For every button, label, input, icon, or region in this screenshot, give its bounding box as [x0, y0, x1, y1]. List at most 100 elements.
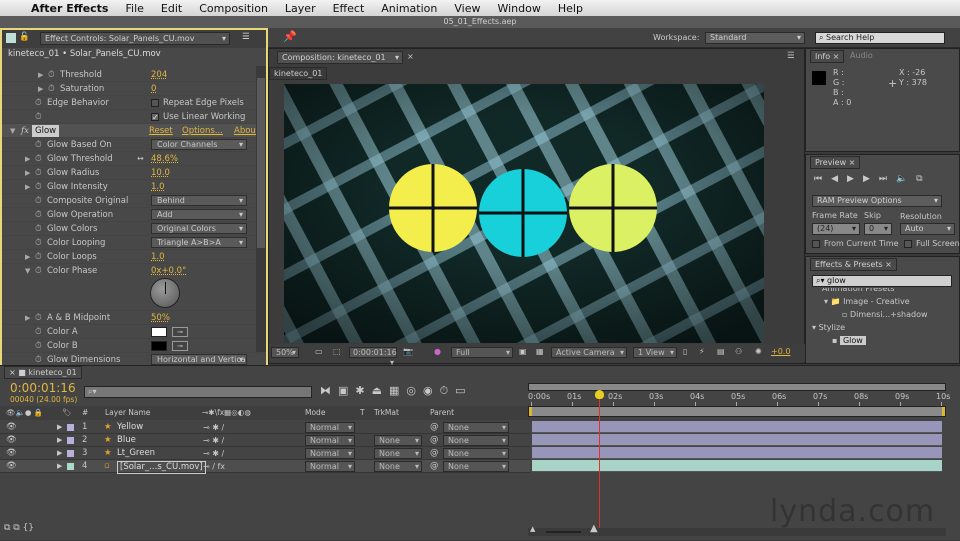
collapse-icon[interactable]: ▼ — [25, 264, 30, 278]
viewer-timecode[interactable]: 0:00:01:16 — [349, 347, 397, 368]
stopwatch-icon[interactable]: ⏱ — [35, 194, 42, 208]
stopwatch-icon[interactable]: ⏱ — [35, 325, 42, 339]
stopwatch-icon[interactable]: ⏱ — [35, 236, 42, 250]
playback-controls[interactable]: ⏮◀▶▶⏭🔈⧉ — [814, 174, 932, 184]
checkerboard-icon[interactable]: ▦ — [536, 347, 544, 356]
zoom-slider[interactable] — [546, 531, 581, 533]
stopwatch-icon[interactable]: ⏱ — [35, 208, 42, 222]
layer-duration-bar[interactable] — [532, 460, 942, 472]
linear-working-checkbox[interactable]: ✓ — [151, 113, 159, 122]
tab-audio[interactable]: Audio — [850, 51, 873, 60]
color-loops-value[interactable]: 1.0 — [151, 250, 165, 264]
camera-snapshot-icon[interactable]: 📷 — [403, 347, 413, 356]
tab-preview[interactable]: Preview × — [810, 156, 861, 169]
stopwatch-icon[interactable]: ⏱ — [35, 311, 42, 325]
menu-window[interactable]: Window — [497, 2, 540, 15]
eyedropper-icon[interactable]: ⊸ — [172, 327, 188, 337]
color-a-swatch[interactable] — [151, 327, 167, 337]
channel-icon[interactable]: ● — [434, 347, 441, 356]
stopwatch-icon[interactable]: ⏱ — [35, 180, 42, 194]
view-layout-select[interactable]: 1 View — [633, 347, 677, 358]
tree-image-creative[interactable]: ▾ 📁 Image - Creative — [812, 295, 952, 308]
stopwatch-icon[interactable]: ⏱ — [35, 138, 42, 152]
expand-icon[interactable]: ▶ — [38, 82, 43, 96]
skip-select[interactable]: 0 — [864, 223, 892, 235]
exposure-value[interactable]: +0.0 — [771, 347, 790, 356]
effects-search-input[interactable]: ⌕▾ glow — [812, 275, 952, 287]
menu-effect[interactable]: Effect — [333, 2, 365, 15]
search-help-input[interactable]: ⌕ Search Help — [815, 32, 945, 44]
effect-name[interactable]: Glow — [32, 125, 60, 137]
menu-composition[interactable]: Composition — [199, 2, 268, 15]
reset-link[interactable]: Reset — [149, 124, 173, 138]
expand-icon[interactable]: ▶ — [25, 180, 30, 194]
tab-info[interactable]: Info × — [810, 50, 845, 63]
expand-icon[interactable]: ▶ — [25, 311, 30, 325]
stopwatch-icon[interactable]: ⏱ — [35, 96, 42, 110]
stopwatch-icon[interactable]: ⏱ — [35, 339, 42, 353]
stopwatch-icon[interactable]: ⏱ — [35, 250, 42, 264]
comp-sub-tab[interactable]: kineteco_01 — [269, 67, 328, 80]
from-current-checkbox[interactable] — [812, 240, 820, 248]
color-b-swatch[interactable] — [151, 341, 167, 351]
expand-icon[interactable]: ▶ — [25, 250, 30, 264]
stopwatch-icon[interactable]: ⏱ — [35, 264, 42, 278]
stopwatch-icon[interactable]: ⏱ — [35, 152, 42, 166]
glow-based-on-select[interactable]: Color Channels — [151, 139, 247, 150]
tree-dimensi-preset[interactable]: ▫ Dimensi...+shadow — [812, 308, 952, 321]
tree-animation-presets[interactable]: Animation Presets — [812, 288, 952, 295]
magnification-select[interactable]: 50% — [271, 347, 299, 358]
transparency-grid-icon[interactable]: ⬚ — [333, 347, 341, 356]
glow-colors-select[interactable]: Original Colors — [151, 223, 247, 234]
glow-intensity-value[interactable]: 1.0 — [151, 180, 165, 194]
timeline-icon[interactable]: ▤ — [717, 347, 725, 356]
threshold-value[interactable]: 204 — [151, 68, 167, 82]
frame-rate-select[interactable]: (24) — [812, 223, 860, 235]
fx-icon[interactable]: fx — [21, 124, 29, 138]
close-icon[interactable]: × — [407, 52, 414, 61]
expand-icon[interactable]: ▶ — [38, 68, 43, 82]
glow-dimensions-select[interactable]: Horizontal and Vertical — [151, 354, 247, 365]
menu-help[interactable]: Help — [558, 2, 583, 15]
stopwatch-icon[interactable]: ⏱ — [35, 222, 42, 236]
options-link[interactable]: Options... — [182, 124, 223, 138]
menu-animation[interactable]: Animation — [381, 2, 437, 15]
lock-icon[interactable]: 🔓 — [19, 32, 30, 42]
pixel-aspect-icon[interactable]: ▯ — [683, 347, 687, 356]
zoom-out-icon[interactable]: ▲ — [530, 525, 535, 533]
layer-duration-bar[interactable] — [532, 447, 942, 459]
resolution-select[interactable]: Auto — [900, 223, 955, 235]
glow-radius-value[interactable]: 10.0 — [151, 166, 170, 180]
region-icon[interactable]: ▭ — [315, 347, 323, 356]
panel-menu-icon[interactable]: ☰ — [242, 32, 250, 42]
collapse-icon[interactable]: ▼ — [10, 124, 15, 138]
stopwatch-icon[interactable]: ⏱ — [48, 82, 55, 96]
roi-icon[interactable]: ▣ — [519, 347, 527, 356]
flowchart-icon[interactable]: ⚇ — [735, 347, 742, 356]
color-phase-dial[interactable] — [150, 278, 180, 308]
resolution-select[interactable]: Full — [451, 347, 513, 358]
layer-duration-bar[interactable] — [532, 421, 942, 433]
tree-stylize[interactable]: ▾ Stylize — [812, 321, 952, 334]
menu-layer[interactable]: Layer — [285, 2, 316, 15]
repeat-edge-checkbox[interactable] — [151, 99, 159, 107]
panel-menu-icon[interactable]: ☰ — [787, 51, 795, 61]
composition-tab[interactable]: Composition: kineteco_01 — [277, 51, 403, 64]
layer-duration-bar[interactable] — [532, 434, 942, 446]
color-looping-select[interactable]: Triangle A>B>A — [151, 237, 247, 248]
stopwatch-icon[interactable]: ⏱ — [35, 110, 42, 124]
color-phase-value[interactable]: 0x+0.0° — [151, 264, 186, 278]
stopwatch-icon[interactable]: ⏱ — [35, 166, 42, 180]
stopwatch-icon[interactable]: ⏱ — [48, 68, 55, 82]
workspace-select[interactable]: Standard — [705, 32, 805, 44]
menu-view[interactable]: View — [454, 2, 480, 15]
tab-effects-presets[interactable]: Effects & Presets × — [810, 258, 897, 271]
cti-head-icon[interactable] — [595, 390, 605, 399]
full-screen-checkbox[interactable] — [904, 240, 912, 248]
menu-edit[interactable]: Edit — [161, 2, 182, 15]
pin-icon[interactable]: 📌 — [283, 30, 297, 43]
camera-select[interactable]: Active Camera — [551, 347, 627, 358]
expand-icon[interactable]: ▶ — [25, 166, 30, 180]
ram-preview-select[interactable]: RAM Preview Options — [812, 195, 942, 207]
menu-file[interactable]: File — [125, 2, 143, 15]
